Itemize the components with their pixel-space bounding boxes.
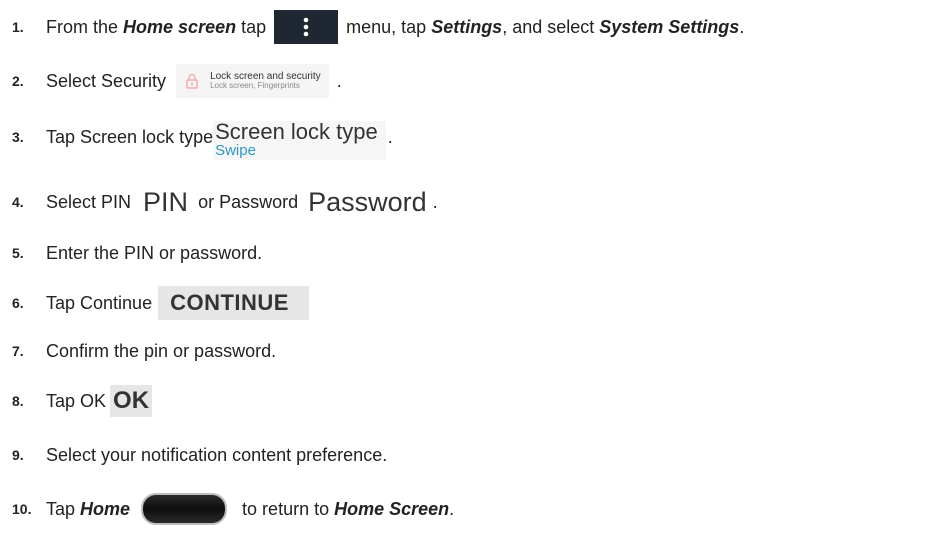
home-screen-term: Home Screen — [334, 498, 450, 519]
step-number: 10. — [12, 501, 32, 517]
step-number: 1. — [12, 19, 24, 35]
step-text: From the — [46, 16, 119, 37]
menu-button[interactable] — [274, 10, 339, 44]
home-term: Home — [80, 498, 131, 519]
security-subtitle: Lock screen, Fingerprints — [210, 81, 300, 91]
step-3: 3. Tap Screen lock type Screen lock type… — [0, 114, 393, 160]
step-8: 8. Tap OK OK — [0, 384, 153, 418]
step-text: Select PIN — [46, 191, 132, 212]
password-option[interactable]: Password — [308, 187, 427, 218]
step-text: to return to — [242, 498, 330, 519]
step-text: . — [739, 16, 745, 37]
vertical-dots-icon — [303, 17, 309, 37]
step-6: 6. Tap Continue CONTINUE — [0, 286, 309, 320]
step-text: Tap Screen lock type — [46, 126, 214, 147]
step-text: or Password — [198, 191, 299, 212]
step-2: 2. Select Security Lock screen and secur… — [0, 64, 342, 98]
step-text: Enter the PIN or password. — [46, 242, 263, 263]
step-text: . — [336, 70, 342, 91]
step-text: . — [432, 191, 438, 212]
step-text: tap — [241, 16, 267, 37]
step-1: 1. From the Home screen tap menu, tap Se… — [0, 10, 744, 44]
step-number: 4. — [12, 194, 24, 210]
screen-lock-type-value: Swipe — [215, 141, 256, 159]
lock-icon — [186, 73, 198, 89]
step-text: Tap OK — [46, 390, 107, 411]
step-text: . — [449, 498, 455, 519]
continue-button[interactable]: CONTINUE — [158, 286, 309, 320]
ok-button[interactable]: OK — [110, 385, 153, 417]
step-number: 8. — [12, 393, 24, 409]
step-9: 9. Select your notification content pref… — [0, 438, 387, 472]
settings-term: Settings — [431, 16, 503, 37]
home-button-icon — [141, 493, 228, 525]
security-menu-item[interactable]: Lock screen and security Lock screen, Fi… — [176, 64, 329, 98]
home-screen-term: Home screen — [123, 16, 237, 37]
step-text: Tap — [46, 498, 76, 519]
step-10: 10. Tap Home to return to Home Screen . — [0, 492, 454, 526]
step-text: Confirm the pin or password. — [46, 340, 277, 361]
step-4: 4. Select PIN PIN or Password Password . — [0, 182, 438, 222]
step-5: 5. Enter the PIN or password. — [0, 236, 262, 270]
step-7: 7. Confirm the pin or password. — [0, 334, 276, 368]
home-button[interactable] — [140, 492, 228, 526]
step-number: 2. — [12, 73, 24, 89]
step-number: 9. — [12, 447, 24, 463]
screen-lock-type-item[interactable]: Screen lock type Swipe — [213, 118, 386, 160]
step-text: . — [387, 126, 393, 147]
step-number: 5. — [12, 245, 24, 261]
step-text: Select Security — [46, 70, 167, 91]
step-text: Select your notification content prefere… — [46, 444, 388, 465]
step-text: menu, tap — [346, 16, 427, 37]
step-number: 7. — [12, 343, 24, 359]
pin-option[interactable]: PIN — [143, 187, 188, 218]
step-text: Tap Continue — [46, 292, 153, 313]
step-number: 6. — [12, 295, 24, 311]
system-settings-term: System Settings — [599, 16, 740, 37]
screen-lock-type-title: Screen lock type — [215, 118, 378, 144]
step-text: , and select — [502, 16, 595, 37]
step-number: 3. — [12, 129, 24, 145]
